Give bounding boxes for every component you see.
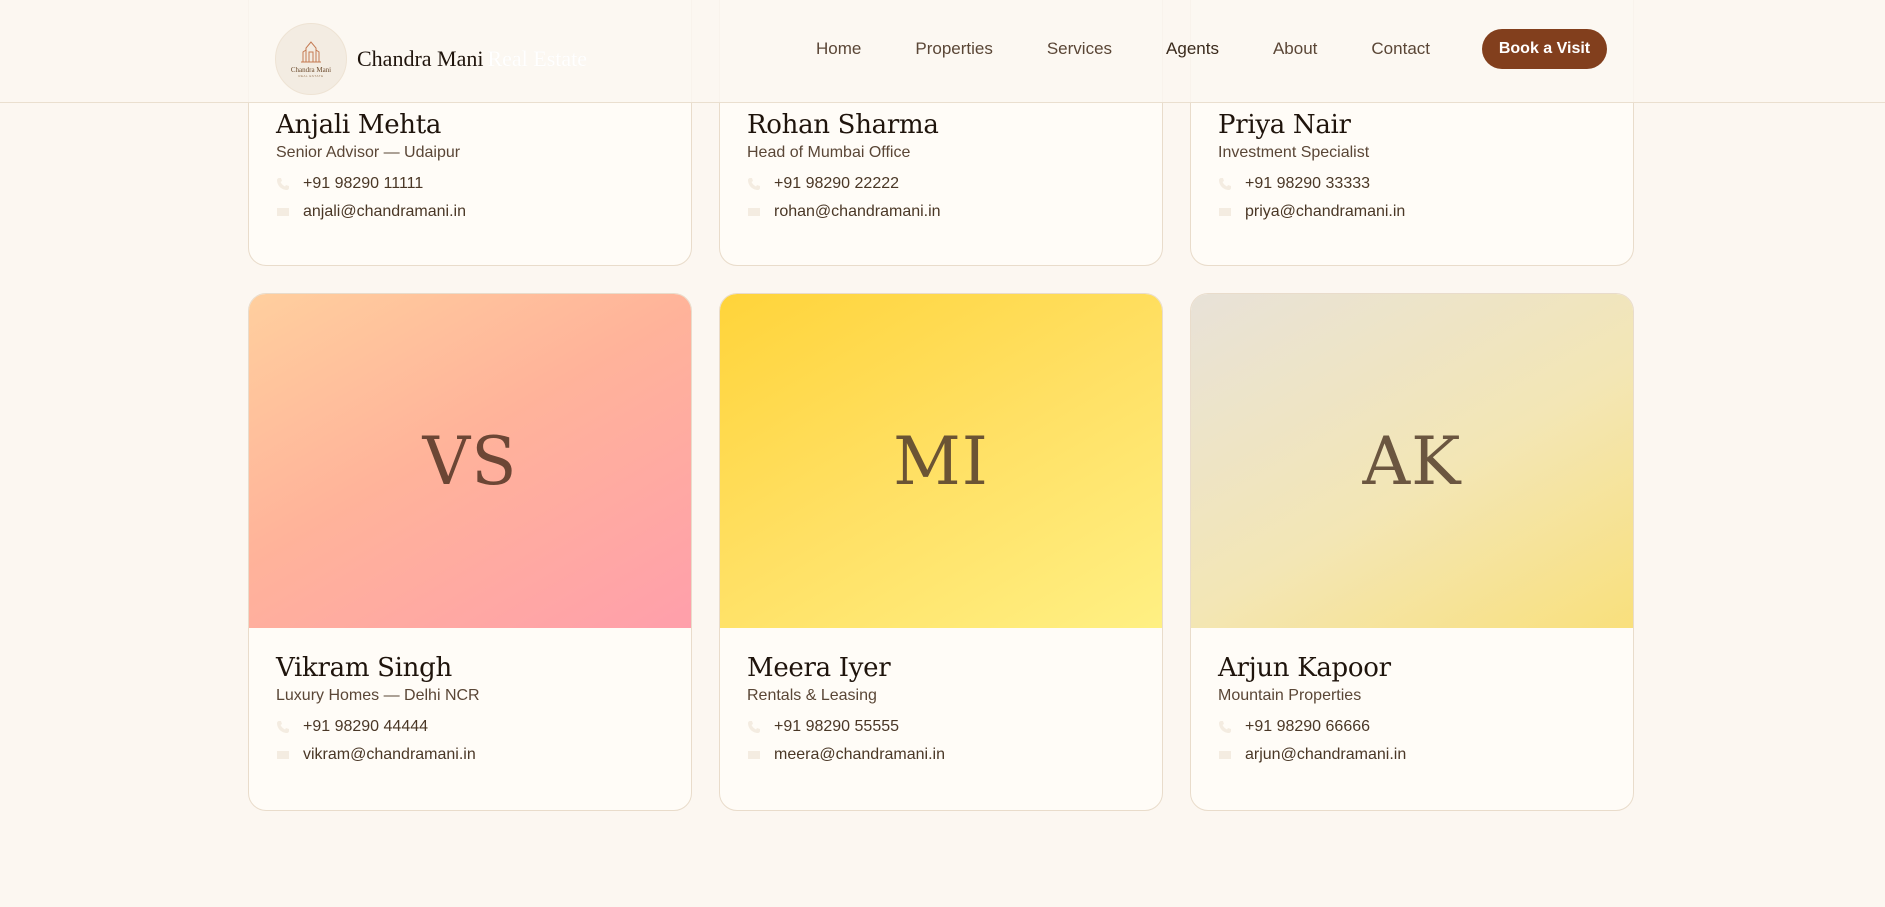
agent-phone-text: +91 98290 11111	[303, 174, 424, 192]
agent-name: Arjun Kapoor	[1218, 653, 1391, 683]
agent-card[interactable]: AK Arjun Kapoor Mountain Properties +91 …	[1190, 293, 1634, 811]
logo[interactable]: Chandra Mani REAL ESTATE	[275, 23, 347, 95]
agent-initials: VS	[422, 422, 518, 500]
agent-card[interactable]: VS Vikram Singh Luxury Homes — Delhi NCR…	[248, 293, 692, 811]
brand-name-primary: Chandra Mani	[357, 46, 484, 71]
agent-role: Senior Advisor — Udaipur	[276, 143, 461, 161]
agent-role: Luxury Homes — Delhi NCR	[276, 686, 480, 704]
agent-name: Meera Iyer	[747, 653, 891, 683]
agent-info: Vikram Singh Luxury Homes — Delhi NCR +9…	[249, 628, 691, 764]
agent-photo: AK	[1191, 294, 1633, 628]
phone-icon	[747, 177, 761, 191]
agent-phone[interactable]: +91 98290 22222	[747, 175, 1135, 193]
logo-subtext: REAL ESTATE	[298, 74, 324, 78]
agent-info: Meera Iyer Rentals & Leasing +91 98290 5…	[720, 628, 1162, 764]
agent-email[interactable]: meera@chandramani.in	[747, 746, 1135, 764]
agent-phone[interactable]: +91 98290 44444	[276, 718, 664, 736]
brand-name-secondary: Real Estate	[487, 46, 588, 71]
book-visit-button[interactable]: Book a Visit	[1482, 29, 1607, 69]
agent-phone-text: +91 98290 33333	[1245, 174, 1371, 192]
agent-name: Vikram Singh	[276, 653, 452, 683]
site-header: Chandra Mani REAL ESTATE Chandra Mani Rea…	[0, 0, 1885, 103]
logo-text: Chandra Mani	[290, 66, 332, 74]
agent-photo: MI	[720, 294, 1162, 628]
agent-name: Anjali Mehta	[276, 110, 442, 140]
agent-email[interactable]: vikram@chandramani.in	[276, 746, 664, 764]
mail-icon	[747, 205, 761, 219]
agent-phone[interactable]: +91 98290 55555	[747, 718, 1135, 736]
agent-card[interactable]: MI Meera Iyer Rentals & Leasing +91 9829…	[719, 293, 1163, 811]
agent-email-text: meera@chandramani.in	[774, 745, 945, 763]
phone-icon	[1218, 720, 1232, 734]
agent-info: Rohan Sharma Head of Mumbai Office +91 9…	[720, 111, 1162, 221]
nav-about[interactable]: About	[1273, 39, 1317, 59]
phone-icon	[276, 720, 290, 734]
agent-role: Rentals & Leasing	[747, 686, 877, 704]
nav-agents[interactable]: Agents	[1166, 39, 1219, 59]
agent-email[interactable]: rohan@chandramani.in	[747, 203, 1135, 221]
agent-role: Mountain Properties	[1218, 686, 1362, 704]
mail-icon	[747, 748, 761, 762]
agent-name: Rohan Sharma	[747, 110, 939, 140]
agent-photo: VS	[249, 294, 691, 628]
agent-initials: AK	[1362, 422, 1462, 500]
nav-properties[interactable]: Properties	[915, 39, 992, 59]
phone-icon	[747, 720, 761, 734]
building-icon	[301, 41, 321, 63]
agent-email-text: arjun@chandramani.in	[1245, 745, 1407, 763]
agent-email-text: anjali@chandramani.in	[303, 202, 466, 220]
agent-phone-text: +91 98290 44444	[303, 717, 429, 735]
agent-phone-text: +91 98290 66666	[1245, 717, 1371, 735]
agent-info: Arjun Kapoor Mountain Properties +91 982…	[1191, 628, 1633, 764]
mail-icon	[276, 205, 290, 219]
agent-email[interactable]: anjali@chandramani.in	[276, 203, 664, 221]
nav-contact[interactable]: Contact	[1371, 39, 1430, 59]
mail-icon	[1218, 748, 1232, 762]
agent-email[interactable]: arjun@chandramani.in	[1218, 746, 1606, 764]
agent-email-text: priya@chandramani.in	[1245, 202, 1406, 220]
mail-icon	[1218, 205, 1232, 219]
agent-info: Anjali Mehta Senior Advisor — Udaipur +9…	[249, 111, 691, 221]
agent-name: Priya Nair	[1218, 110, 1351, 140]
agent-email[interactable]: priya@chandramani.in	[1218, 203, 1606, 221]
agent-role: Investment Specialist	[1218, 143, 1370, 161]
agent-phone[interactable]: +91 98290 11111	[276, 175, 664, 193]
nav-services[interactable]: Services	[1047, 39, 1112, 59]
mail-icon	[276, 748, 290, 762]
agent-role: Head of Mumbai Office	[747, 143, 911, 161]
brand-name[interactable]: Chandra Mani Real Estate	[357, 46, 587, 72]
phone-icon	[276, 177, 290, 191]
phone-icon	[1218, 177, 1232, 191]
agent-phone[interactable]: +91 98290 66666	[1218, 718, 1606, 736]
agent-email-text: rohan@chandramani.in	[774, 202, 941, 220]
nav-home[interactable]: Home	[816, 39, 861, 59]
agent-phone[interactable]: +91 98290 33333	[1218, 175, 1606, 193]
agent-info: Priya Nair Investment Specialist +91 982…	[1191, 111, 1633, 221]
agent-phone-text: +91 98290 22222	[774, 174, 900, 192]
agent-phone-text: +91 98290 55555	[774, 717, 900, 735]
agent-email-text: vikram@chandramani.in	[303, 745, 476, 763]
brand[interactable]: Chandra Mani REAL ESTATE Chandra Mani Rea…	[275, 23, 587, 95]
main-nav: Home Properties Services Agents About Co…	[816, 0, 1484, 97]
agent-initials: MI	[893, 422, 989, 500]
